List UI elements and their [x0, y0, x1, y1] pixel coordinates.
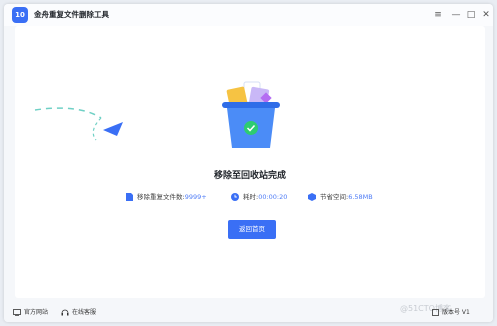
stat-value: 00:00:20	[258, 193, 288, 201]
menu-icon[interactable]: ≡	[432, 9, 444, 21]
stat-saved-space: 节省空间:6.58MB	[308, 191, 373, 201]
clock-icon	[231, 193, 239, 201]
version-icon	[432, 309, 439, 316]
recycle-bin-illustration	[222, 81, 280, 148]
title-bar: 10 金舟重复文件删除工具 ≡ — □ ✕	[4, 4, 493, 26]
minimize-icon[interactable]: —	[450, 9, 462, 21]
version-label: 版本号 V1	[442, 309, 470, 316]
status-title: 移除至回收站完成	[213, 171, 286, 181]
stat-elapsed-time: 耗时:00:00:20	[231, 191, 287, 201]
back-to-home-button[interactable]: 返回首页	[228, 220, 276, 239]
disk-icon	[308, 193, 316, 201]
dashed-arrow-illustration	[34, 107, 123, 141]
app-title: 金舟重复文件删除工具	[34, 10, 109, 19]
footer: 官方网站 在线客服 @51CTO博客 版本号 V1	[4, 300, 493, 322]
app-window: 10 金舟重复文件删除工具 ≡ — □ ✕ 移除至回收站完成 移除重复文件数:9…	[4, 4, 493, 322]
stat-value: 9999+	[184, 193, 207, 201]
online-support-link[interactable]: 在线客服	[61, 307, 96, 316]
official-website-label: 官方网站	[24, 309, 49, 316]
main-content: 移除至回收站完成 移除重复文件数:9999+ 耗时:00:00:20 节省空间:…	[15, 26, 485, 298]
stat-label: 节省空间:	[320, 193, 349, 201]
version-info: 版本号 V1	[432, 307, 470, 316]
file-icon	[126, 193, 133, 201]
stat-label: 移除重复文件数:	[137, 193, 185, 201]
app-logo: 10	[12, 7, 28, 23]
headset-icon	[61, 309, 69, 316]
official-website-link[interactable]: 官方网站	[13, 307, 48, 316]
stat-removed-files: 移除重复文件数:9999+	[126, 191, 207, 201]
online-support-label: 在线客服	[72, 309, 97, 316]
stat-value: 6.58MB	[348, 193, 373, 201]
stat-label: 耗时:	[243, 193, 259, 201]
monitor-icon	[13, 309, 21, 316]
maximize-icon[interactable]: □	[465, 9, 477, 21]
close-icon[interactable]: ✕	[480, 9, 492, 21]
